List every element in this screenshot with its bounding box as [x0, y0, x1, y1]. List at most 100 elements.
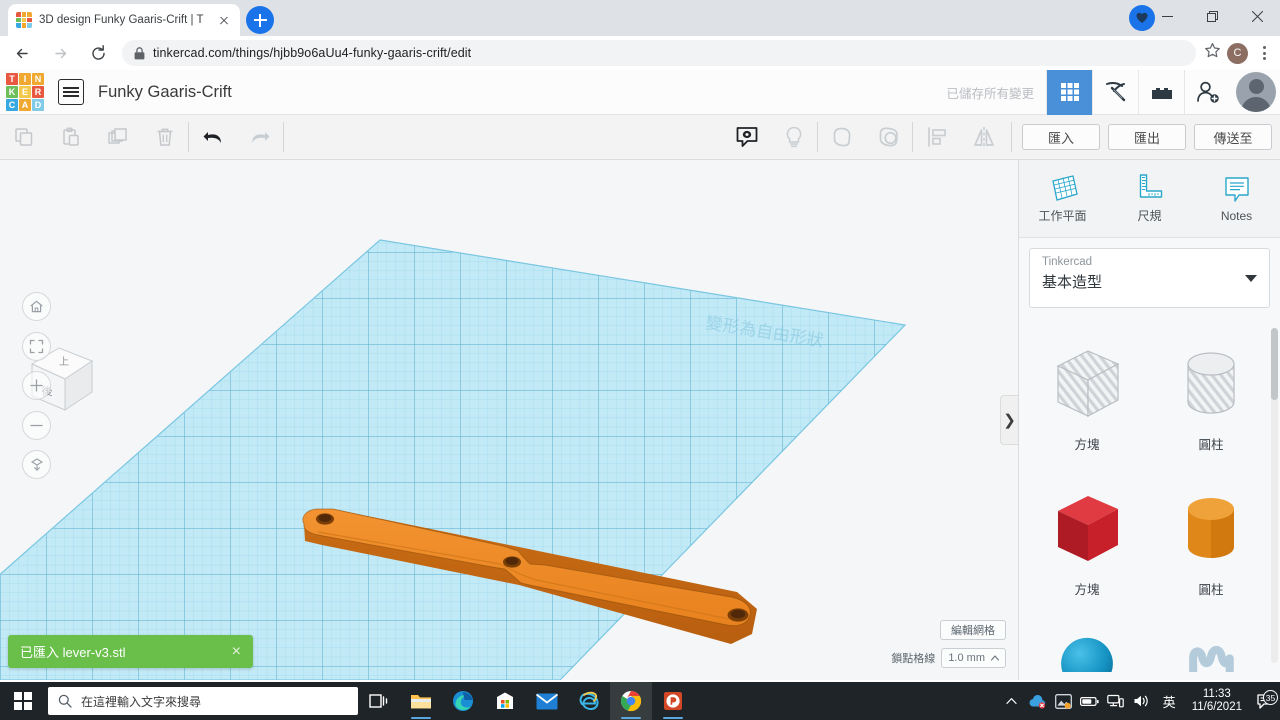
task-view-icon[interactable] [358, 682, 400, 720]
undo-icon[interactable] [189, 115, 236, 160]
minimize-icon[interactable] [1145, 0, 1190, 32]
internet-explorer-icon[interactable] [568, 682, 610, 720]
scrollbar-thumb[interactable] [1271, 328, 1278, 400]
browser-tab-strip: 3D design Funky Gaaris-Crift | T [0, 0, 1280, 36]
user-avatar[interactable] [1236, 72, 1276, 112]
shape-item[interactable] [1149, 618, 1273, 672]
forward-icon[interactable] [44, 37, 76, 69]
edge-icon[interactable] [442, 682, 484, 720]
photos-icon[interactable] [1051, 693, 1077, 709]
taskbar-search-input[interactable]: 在這裡輸入文字來搜尋 [48, 687, 358, 715]
duplicate-icon[interactable] [94, 115, 141, 160]
network-icon[interactable] [1103, 694, 1129, 708]
fit-view-icon[interactable] [22, 332, 51, 361]
maximize-icon[interactable] [1190, 0, 1235, 32]
redo-icon[interactable] [236, 115, 283, 160]
shape-label: 方塊 [1074, 438, 1100, 452]
paste-icon[interactable] [47, 115, 94, 160]
profile-avatar[interactable]: C [1227, 42, 1248, 64]
browser-menu-icon[interactable] [1254, 46, 1274, 60]
blocks-icon[interactable] [1138, 69, 1184, 115]
lock-icon [134, 46, 145, 59]
shape-item[interactable]: 方塊 [1025, 328, 1149, 473]
mirror-icon[interactable] [960, 115, 1007, 160]
notification-center-icon[interactable]: 35 [1250, 690, 1280, 709]
shape-item[interactable] [1025, 618, 1149, 672]
close-icon[interactable] [1235, 0, 1280, 32]
tool-ruler[interactable]: 尺規 [1114, 173, 1186, 224]
shape-item[interactable]: 圓柱 [1149, 328, 1273, 473]
history-group [189, 115, 283, 160]
zoom-in-icon[interactable] [22, 371, 51, 400]
project-menu-button[interactable] [58, 79, 84, 105]
tab-close-icon[interactable] [216, 12, 232, 28]
reload-icon[interactable] [82, 37, 114, 69]
tool-workplane[interactable]: 工作平面 [1027, 173, 1099, 224]
tinkercad-logo-icon[interactable]: T I N K E R C A D [6, 73, 44, 111]
logo-letter: T [6, 73, 18, 85]
workplane-grid: 變形為自由形狀 [0, 160, 1018, 680]
chevron-up-icon[interactable] [999, 697, 1025, 705]
align-icon[interactable] [913, 115, 960, 160]
ruler-icon [1139, 174, 1162, 198]
url-input[interactable]: tinkercad.com/things/hjbb9o6aUu4-funky-g… [122, 40, 1196, 66]
bookmark-star-icon[interactable] [1204, 42, 1221, 64]
import-toast: 已匯入 lever-v3.stl × [8, 635, 253, 668]
panel-collapse-toggle[interactable]: ❯ [1000, 395, 1018, 445]
panel-tools: 工作平面 尺規 Notes [1019, 160, 1280, 238]
send-to-button[interactable]: 傳送至 [1194, 124, 1272, 150]
3d-viewport[interactable]: 變形為自由形狀 上 已匯入 lever-v3.stl × 編輯網格 鎖點格線 1… [0, 160, 1018, 680]
snap-grid-select[interactable]: 1.0 mm [941, 648, 1006, 668]
mail-icon[interactable] [526, 682, 568, 720]
comment-icon[interactable] [723, 115, 770, 160]
shape-panel-scrollbar[interactable] [1271, 328, 1278, 663]
taskbar-clock[interactable]: 11:33 11/6/2021 [1192, 688, 1242, 714]
ungroup-icon[interactable] [865, 115, 912, 160]
library-name: 基本造型 [1042, 274, 1103, 291]
powerpoint-icon[interactable] [652, 682, 694, 720]
volume-icon[interactable] [1129, 694, 1155, 708]
taskbar-search-placeholder: 在這裡輸入文字來搜尋 [81, 694, 202, 709]
home-icon[interactable] [22, 292, 51, 321]
chrome-icon[interactable] [610, 682, 652, 720]
header-actions: 已儲存所有變更 [946, 69, 1280, 115]
logo-letter: A [19, 99, 31, 111]
zoom-out-icon[interactable] [22, 411, 51, 440]
copy-icon[interactable] [0, 115, 47, 160]
export-button[interactable]: 匯出 [1108, 124, 1186, 150]
pickaxe-icon[interactable] [1092, 69, 1138, 115]
delete-icon[interactable] [141, 115, 188, 160]
shape-item[interactable]: 圓柱 [1149, 473, 1273, 618]
new-tab-button[interactable] [246, 6, 274, 34]
url-text: tinkercad.com/things/hjbb9o6aUu4-funky-g… [153, 46, 472, 60]
microsoft-store-icon[interactable] [484, 682, 526, 720]
logo-letter: E [19, 86, 31, 98]
notes-icon [1224, 176, 1249, 202]
file-explorer-icon[interactable] [400, 682, 442, 720]
grid-icon[interactable] [1046, 69, 1092, 115]
shape-label: 方塊 [1074, 583, 1100, 597]
light-bulb-icon[interactable] [770, 115, 817, 160]
toolbar-divider [1011, 122, 1012, 152]
logo-letter: K [6, 86, 18, 98]
battery-icon[interactable] [1077, 696, 1103, 707]
shape-library-select[interactable]: Tinkercad 基本造型 [1029, 248, 1270, 308]
edit-grid-button[interactable]: 編輯網格 [940, 620, 1006, 640]
ortho-view-icon[interactable] [22, 450, 51, 479]
library-owner: Tinkercad [1042, 256, 1093, 268]
onedrive-icon[interactable] [1025, 694, 1051, 709]
shape-item[interactable]: 方塊 [1025, 473, 1149, 618]
toast-close-icon[interactable]: × [232, 643, 241, 661]
tool-notes[interactable]: Notes [1201, 175, 1273, 223]
tinkercad-favicon-icon [16, 12, 32, 28]
start-button[interactable] [0, 682, 46, 720]
system-tray: 英 11:33 11/6/2021 35 [999, 682, 1280, 720]
add-user-icon[interactable] [1184, 69, 1230, 115]
shapes-panel: 工作平面 尺規 Notes Tinkercad 基本造型 方塊 圓柱 方塊 圓柱 [1018, 160, 1280, 680]
tool-workplane-label: 工作平面 [1038, 209, 1087, 223]
ime-indicator[interactable]: 英 [1163, 692, 1176, 711]
browser-tab[interactable]: 3D design Funky Gaaris-Crift | T [8, 4, 240, 36]
import-button[interactable]: 匯入 [1022, 124, 1100, 150]
group-icon[interactable] [818, 115, 865, 160]
back-icon[interactable] [6, 37, 38, 69]
